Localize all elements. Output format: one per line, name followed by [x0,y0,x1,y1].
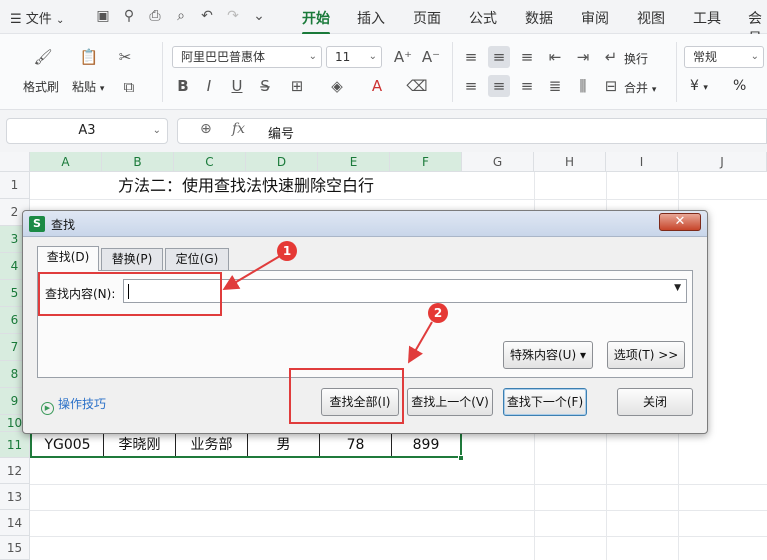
annotation-arrows [222,255,433,364]
step-badge-1: 1 [277,241,297,261]
step-badge-2: 2 [428,303,448,323]
arrow-1 [222,255,281,291]
arrow-2 [407,321,433,364]
tab-find[interactable]: 查找(D) [37,246,99,271]
